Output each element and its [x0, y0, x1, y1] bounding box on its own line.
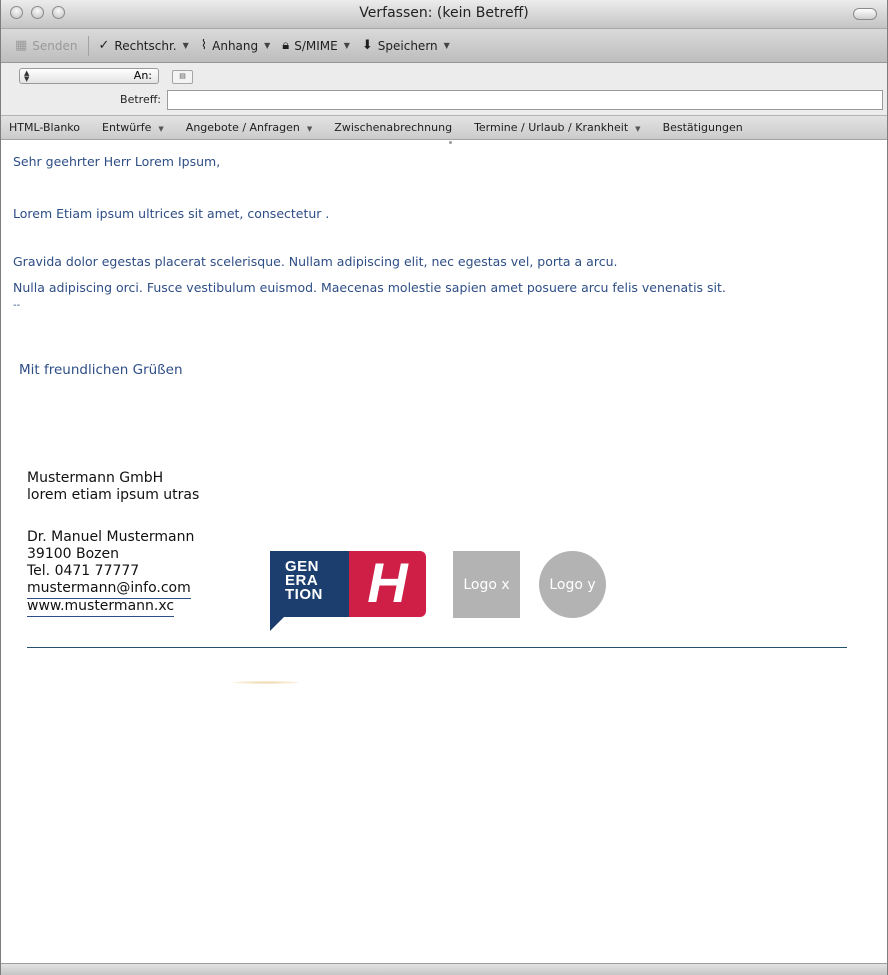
generation-logo-mark: H — [367, 551, 408, 614]
window-title: Verfassen: (kein Betreff) — [359, 5, 529, 21]
signature-separator: -- — [13, 300, 21, 311]
signature-web-link[interactable]: www.mustermann.xc — [27, 598, 175, 617]
generation-logo: GEN ERA TION H — [270, 551, 426, 631]
smime-dropdown-icon[interactable]: ▼ — [344, 41, 350, 50]
stationery-item-zwischenabrechnung[interactable]: Zwischenabrechnung — [334, 121, 452, 134]
signature-tagline: lorem etiam ipsum utras — [27, 487, 200, 503]
dropdown-arrow-icon: ▼ — [635, 125, 641, 133]
stationery-label: Entwürfe — [102, 121, 152, 134]
signature-email-link[interactable]: mustermann@info.com — [27, 580, 191, 599]
title-bar: Verfassen: (kein Betreff) — [1, 0, 887, 29]
toolbar-divider — [87, 35, 89, 56]
stationery-item-angebote[interactable]: Angebote / Anfragen ▼ — [186, 121, 312, 134]
stationery-label: Zwischenabrechnung — [334, 121, 453, 134]
save-label: Speichern — [377, 38, 438, 53]
dropdown-arrow-icon: ▼ — [306, 125, 313, 133]
lock-icon: 🔒︎ — [282, 38, 290, 53]
smime-button[interactable]: 🔒︎ S/MIME — [282, 38, 337, 53]
generation-logo-text: GEN ERA TION — [285, 559, 323, 603]
signature-city: 39100 Bozen — [27, 546, 119, 562]
attach-label: Anhang — [212, 38, 259, 53]
toolbar: ▦ Senden ✓ Rechtschr. ▼ ⌇ Anhang ▼ 🔒︎ S/… — [1, 29, 887, 63]
generation-logo-tail — [270, 617, 284, 631]
window-bottom-bar — [1, 963, 887, 975]
stationery-item-bestaetigungen[interactable]: Bestätigungen — [663, 121, 743, 134]
toolbar-toggle-button[interactable] — [853, 8, 877, 20]
stationery-label: Angebote / Anfragen — [185, 121, 300, 134]
signature-company: Mustermann GmbH — [27, 470, 164, 486]
attach-dropdown-icon[interactable]: ▼ — [264, 41, 270, 50]
generation-logo-red-block: H — [349, 551, 426, 617]
stationery-item-html-blanko[interactable]: HTML-Blanko — [9, 121, 80, 134]
body-line-1: Lorem Etiam ipsum ultrices sit amet, con… — [13, 206, 330, 221]
save-button[interactable]: ⬇ Speichern — [362, 38, 438, 53]
address-area: ▲ ▼ An: ▤ Betreff: — [1, 63, 887, 116]
spellcheck-button[interactable]: ✓ Rechtschr. — [99, 38, 177, 53]
checkmark-icon: ✓ — [98, 38, 110, 53]
send-icon: ▦ — [15, 38, 28, 53]
subject-input[interactable] — [167, 90, 883, 110]
stationery-item-entwuerfe[interactable]: Entwürfe ▼ — [102, 121, 164, 134]
smime-label: S/MIME — [294, 38, 338, 53]
signature-phone: Tel. 0471 77777 — [27, 563, 140, 579]
decorative-glow — [233, 681, 299, 684]
body-line-3: Nulla adipiscing orci. Fusce vestibulum … — [13, 280, 726, 295]
generation-line: TION — [285, 586, 323, 603]
to-input[interactable] — [197, 67, 883, 85]
subject-label: Betreff: — [120, 93, 161, 106]
updown-arrows-icon: ▲ ▼ — [24, 69, 30, 83]
logo-x-placeholder: Logo x — [453, 551, 520, 618]
save-dropdown-icon[interactable]: ▼ — [444, 41, 450, 50]
spellcheck-label: Rechtschr. — [114, 38, 177, 53]
recipient-type-select[interactable]: ▲ ▼ An: — [19, 68, 159, 84]
stationery-label: Bestätigungen — [662, 121, 743, 134]
stationery-bar: HTML-Blanko Entwürfe ▼ Angebote / Anfrage… — [1, 116, 887, 140]
logo-y-placeholder: Logo y — [539, 551, 606, 618]
signature-name: Dr. Manuel Mustermann — [27, 529, 195, 545]
dropdown-arrow-icon: ▼ — [158, 125, 164, 133]
closing-text: Mit freundlichen Grüßen — [19, 362, 183, 378]
stationery-item-termine[interactable]: Termine / Urlaub / Krankheit ▼ — [474, 121, 641, 134]
spellcheck-dropdown-icon[interactable]: ▼ — [183, 41, 189, 50]
download-arrow-icon: ⬇ — [361, 38, 373, 53]
attach-button[interactable]: ⌇ Anhang — [201, 38, 258, 53]
stationery-label: HTML-Blanko — [9, 121, 81, 134]
compose-window: Verfassen: (kein Betreff) ▦ Senden ✓ Rec… — [0, 0, 888, 975]
send-label: Senden — [32, 38, 78, 53]
generation-logo-blue-block: GEN ERA TION — [270, 551, 350, 617]
address-book-icon[interactable]: ▤ — [172, 70, 193, 84]
signature-divider — [27, 647, 847, 648]
paperclip-icon: ⌇ — [200, 38, 208, 53]
message-body[interactable]: Sehr geehrter Herr Lorem Ipsum, Lorem Et… — [1, 140, 887, 920]
greeting-text: Sehr geehrter Herr Lorem Ipsum, — [13, 154, 221, 169]
to-label: An: — [133, 69, 152, 82]
send-button[interactable]: ▦ Senden — [15, 38, 78, 53]
resize-handle[interactable] — [449, 141, 452, 144]
body-line-2: Gravida dolor egestas placerat scelerisq… — [13, 254, 618, 269]
stationery-label: Termine / Urlaub / Krankheit — [474, 121, 629, 134]
